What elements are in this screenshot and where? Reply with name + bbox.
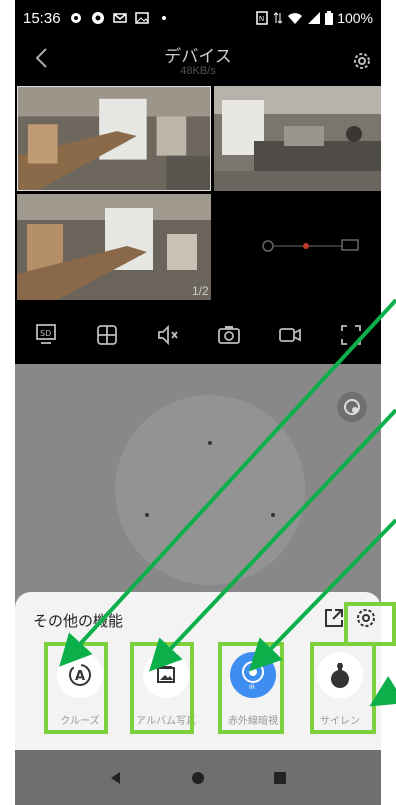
status-right: N 100% — [255, 10, 373, 26]
ptz-left-dot — [145, 513, 149, 517]
nav-home-icon[interactable] — [190, 770, 206, 786]
ptz-up-dot — [208, 441, 212, 445]
nav-back-icon[interactable] — [108, 770, 124, 786]
highlight-box-infrared — [218, 642, 284, 734]
battery-icon — [325, 11, 334, 25]
svg-text:SD: SD — [40, 329, 51, 338]
grid-layout-icon[interactable] — [94, 322, 120, 348]
highlight-box-settings — [344, 602, 396, 646]
gear-icon — [70, 13, 81, 23]
sd-card-icon[interactable]: SD — [33, 322, 59, 348]
highlight-box-cruise — [44, 642, 108, 734]
live-toolbar: SD — [15, 306, 381, 364]
signal-icon — [308, 12, 321, 24]
record-icon — [91, 12, 104, 24]
status-time: 15:36 — [23, 9, 61, 27]
data-icon — [273, 12, 283, 24]
fullscreen-icon[interactable] — [338, 322, 364, 348]
wifi-icon — [288, 13, 303, 24]
page-indicator: 1/2 — [192, 284, 209, 298]
ptz-joystick[interactable] — [115, 395, 305, 585]
sheet-title: その他の機能 — [33, 612, 124, 630]
system-nav-bar — [15, 750, 381, 805]
status-bar: 15:36 N 100% — [15, 0, 381, 36]
highlight-box-album — [130, 642, 194, 734]
image-icon — [134, 12, 149, 24]
nfc-icon: N — [256, 11, 268, 25]
camera-view-3[interactable] — [17, 194, 211, 300]
bitrate-label: 48KB/s — [180, 65, 216, 77]
svg-text:N: N — [259, 16, 264, 23]
arrow-siren — [369, 675, 396, 707]
record-video-icon[interactable] — [277, 322, 303, 348]
mute-icon[interactable] — [155, 322, 181, 348]
camera-view-1[interactable] — [17, 86, 211, 191]
highlight-box-siren — [310, 642, 376, 734]
settings-gear-icon[interactable] — [351, 50, 373, 72]
ptz-right-dot — [271, 513, 275, 517]
app-header: デバイス 48KB/s — [15, 36, 381, 84]
ptz-preset-button[interactable] — [337, 392, 367, 422]
page-title: デバイス — [164, 47, 232, 67]
mail-icon — [112, 13, 127, 23]
camera-grid: 1/2 — [15, 84, 381, 306]
nav-recents-icon[interactable] — [272, 770, 288, 786]
camera-icon[interactable] — [216, 322, 242, 348]
battery-level: 100% — [337, 10, 373, 26]
camera-view-empty[interactable] — [214, 194, 381, 300]
camera-view-2[interactable] — [214, 86, 381, 191]
external-link-icon[interactable] — [323, 607, 345, 629]
dot-icon — [161, 16, 166, 20]
